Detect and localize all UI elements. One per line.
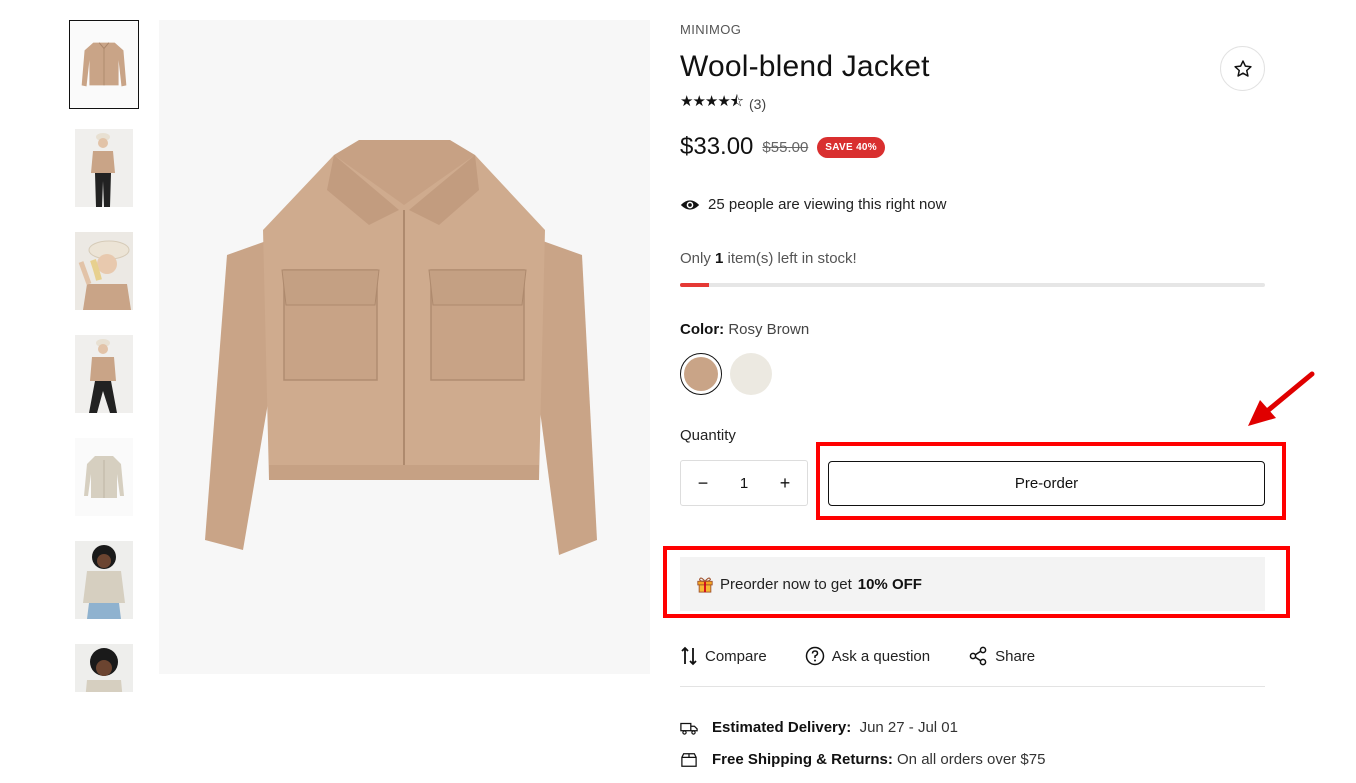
model-hat-image [75, 232, 133, 310]
quantity-input[interactable]: 1 [740, 475, 748, 492]
share-button[interactable]: Share [968, 646, 1035, 666]
sale-badge: SAVE 40% [817, 136, 885, 158]
model-curly-image [75, 541, 133, 619]
star-outline-icon [1233, 59, 1252, 77]
compare-price: $55.00 [762, 138, 809, 156]
thumbnail-5[interactable] [75, 438, 133, 516]
main-product-image [159, 20, 650, 674]
model-standing-image [75, 129, 133, 207]
model-walking-image [75, 335, 133, 413]
promo-highlight: 10% OFF [857, 575, 922, 593]
swatch-ivory[interactable] [730, 353, 772, 395]
stock-suffix: item(s) left in stock! [727, 250, 857, 267]
wool-jacket-image [159, 20, 650, 674]
estimated-delivery: Estimated Delivery: Jun 27 - Jul 01 [680, 719, 958, 736]
wishlist-button[interactable] [1220, 46, 1265, 91]
product-title: Wool-blend Jacket [680, 50, 930, 83]
model-smiling-image [75, 644, 133, 692]
thumbnail-1[interactable] [69, 20, 139, 109]
price-row: $33.00 $55.00 SAVE 40% [680, 133, 885, 161]
swatch-rosy-brown-color [684, 357, 718, 391]
thumbnail-7[interactable] [75, 644, 133, 692]
ask-question-label: Ask a question [831, 647, 931, 665]
compare-icon [681, 646, 697, 666]
stock-prefix: Only [680, 250, 711, 267]
live-viewers: 25 people are viewing this right now [680, 196, 946, 213]
quantity-increase-button[interactable]: + [773, 473, 797, 494]
quantity-stepper: − 1 + [680, 460, 808, 506]
stock-count: 1 [715, 250, 724, 267]
color-selected-value: Rosy Brown [728, 321, 810, 338]
stock-message: Only 1 item(s) left in stock! [680, 250, 857, 267]
question-icon [805, 646, 824, 666]
product-rating[interactable]: ★★★★⯪ (3) [680, 91, 766, 116]
viewers-text: 25 people are viewing this right now [708, 196, 947, 213]
delivery-value: Jun 27 - Jul 01 [859, 719, 958, 736]
product-vendor[interactable]: MINIMOG [680, 22, 741, 37]
thumbnail-gallery [69, 20, 139, 692]
color-label: Color: Rosy Brown [680, 321, 809, 338]
rating-stars-icon: ★★★★⯪ [680, 93, 744, 110]
shipping-label: Free Shipping & Returns: [712, 751, 893, 768]
truck-icon [680, 722, 698, 735]
thumbnail-4[interactable] [75, 335, 133, 413]
thumbnail-3[interactable] [75, 232, 133, 310]
color-label-key: Color: [680, 321, 725, 338]
box-icon [681, 752, 697, 767]
jacket-thumbnail-image [70, 21, 138, 108]
swatch-rosy-brown[interactable] [680, 353, 722, 395]
eye-icon [680, 199, 700, 210]
compare-button[interactable]: Compare [680, 646, 767, 666]
preorder-button[interactable]: Pre-order [828, 461, 1265, 506]
stock-progress-fill [680, 283, 710, 287]
promo-text: Preorder now to get [720, 575, 852, 593]
color-swatches [680, 353, 772, 395]
shipping-value: On all orders over $75 [897, 751, 1046, 768]
thumbnail-6[interactable] [75, 541, 133, 619]
gift-icon [697, 577, 713, 593]
rating-count: (3) [749, 95, 767, 112]
product-info: MINIMOG Wool-blend Jacket ★★★★⯪ (3) $33.… [680, 0, 1265, 783]
jacket-beige-image [75, 438, 133, 516]
product-actions: Compare Ask a question Share [680, 646, 1073, 666]
swatch-ivory-color [730, 353, 772, 395]
share-icon [969, 646, 987, 666]
delivery-label: Estimated Delivery: [712, 719, 852, 736]
quantity-label: Quantity [680, 427, 736, 444]
ask-question-button[interactable]: Ask a question [805, 646, 930, 666]
quantity-decrease-button[interactable]: − [691, 473, 715, 494]
share-label: Share [995, 647, 1036, 665]
preorder-promo: Preorder now to get 10% OFF [680, 557, 1265, 611]
stock-progress-bar [680, 283, 1265, 287]
thumbnail-2[interactable] [75, 129, 133, 207]
actions-divider [680, 686, 1265, 687]
free-shipping: Free Shipping & Returns: On all orders o… [680, 751, 1045, 768]
sale-price: $33.00 [680, 133, 754, 160]
compare-label: Compare [705, 647, 767, 665]
